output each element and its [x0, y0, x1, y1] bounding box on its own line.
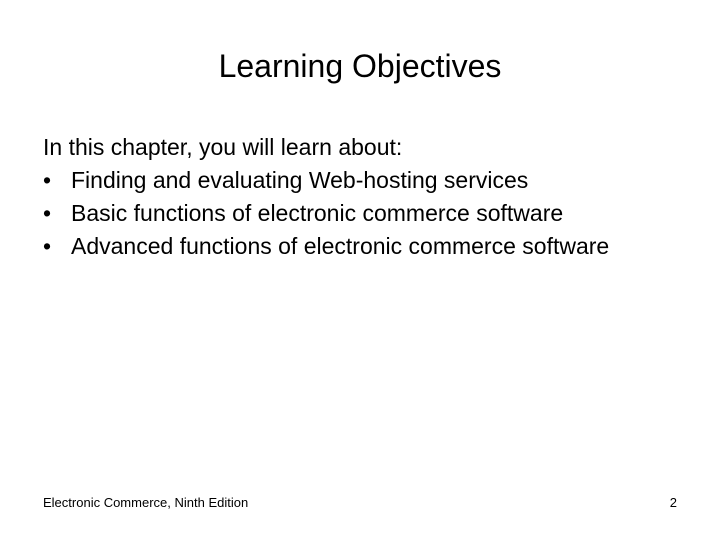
list-item-text: Basic functions of electronic commerce s… [71, 200, 564, 226]
list-item-text: Advanced functions of electronic commerc… [71, 233, 610, 259]
intro-text: In this chapter, you will learn about: [43, 134, 403, 160]
list-item-text: Finding and evaluating Web-hosting servi… [71, 167, 529, 193]
list-item: • Finding and evaluating Web-hosting ser… [43, 165, 609, 195]
slide-body: In this chapter, you will learn about: •… [43, 132, 609, 264]
list-item: • Basic functions of electronic commerce… [43, 198, 609, 228]
footer-book-title: Electronic Commerce, Ninth Edition [43, 495, 249, 510]
bullet-icon: • [43, 233, 52, 259]
page-number: 2 [669, 495, 677, 510]
bullet-icon: • [43, 200, 52, 226]
slide-title: Learning Objectives [218, 48, 502, 84]
objectives-list: • Finding and evaluating Web-hosting ser… [43, 165, 609, 261]
list-item: • Advanced functions of electronic comme… [43, 231, 609, 261]
bullet-icon: • [43, 167, 52, 193]
